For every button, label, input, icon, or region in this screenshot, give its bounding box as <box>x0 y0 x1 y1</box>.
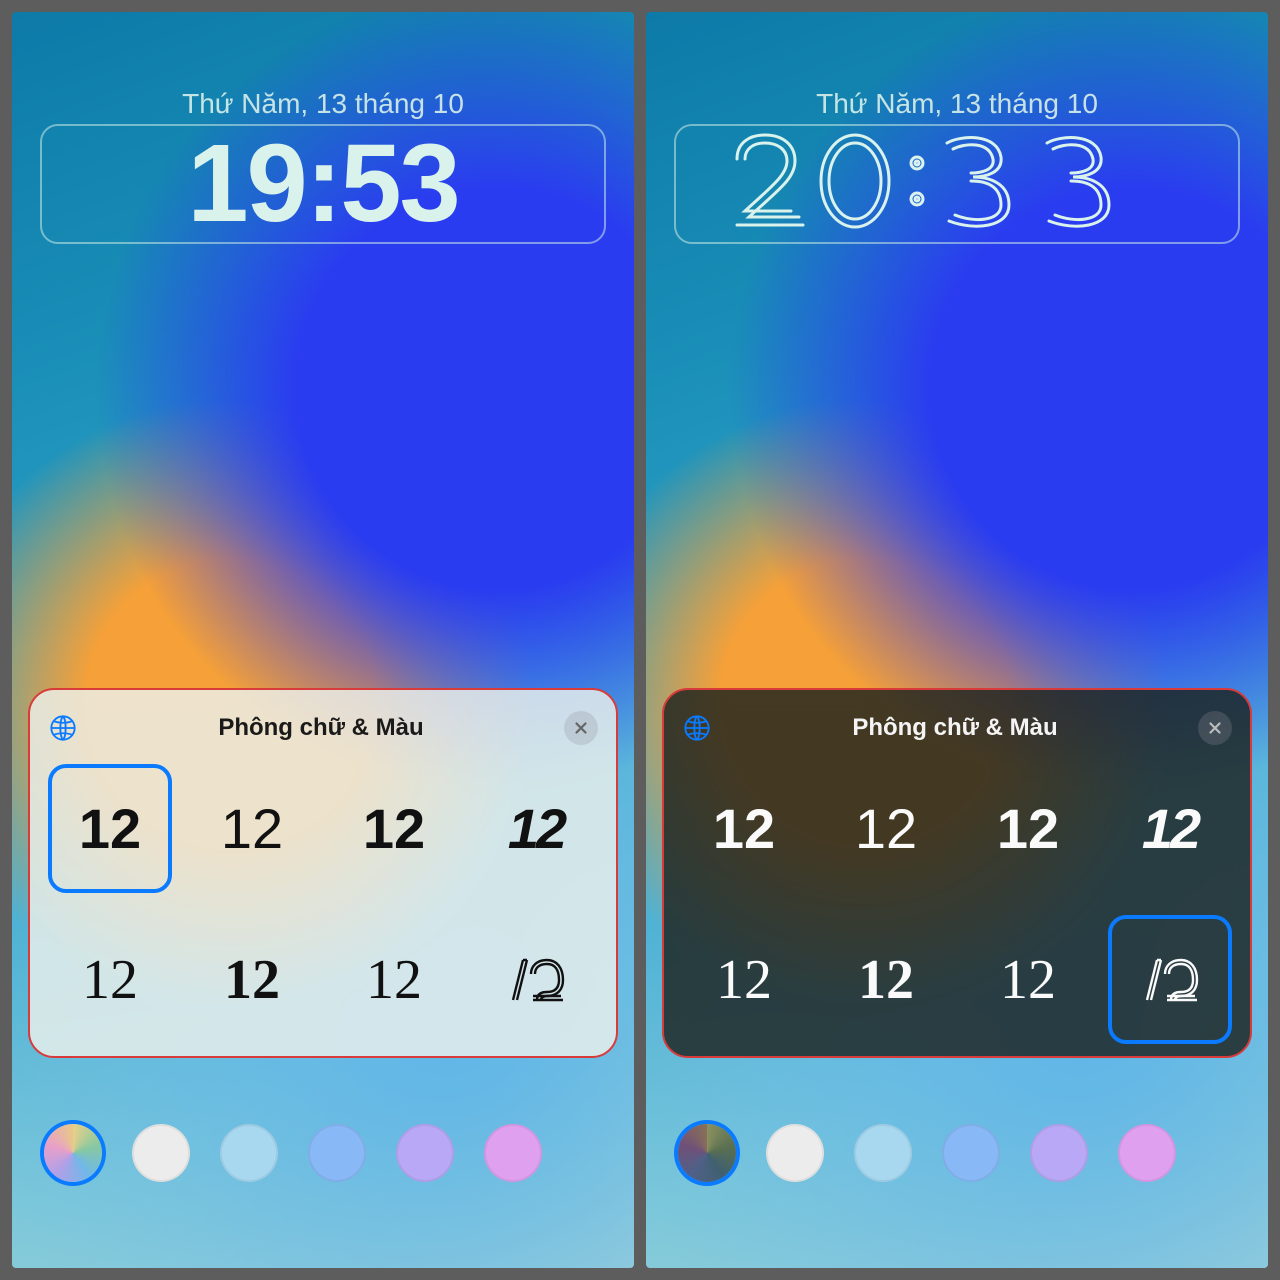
color-swatch-purple[interactable] <box>1030 1124 1088 1182</box>
color-swatch-multi[interactable] <box>678 1124 736 1182</box>
color-swatch-purple[interactable] <box>396 1124 454 1182</box>
font-sample: 12 <box>1000 952 1056 1008</box>
font-option-1[interactable]: 12 <box>682 764 806 893</box>
close-button[interactable] <box>564 711 598 745</box>
font-option-3[interactable]: 12 <box>332 764 456 893</box>
color-swatch-pink[interactable] <box>484 1124 542 1182</box>
font-grid: 12 12 12 12 12 12 12 <box>682 764 1232 1044</box>
font-sample: 12 <box>716 952 772 1008</box>
color-swatch-blue[interactable] <box>942 1124 1000 1182</box>
font-sample: 12 <box>858 952 914 1008</box>
font-option-4[interactable]: 12 <box>474 764 598 893</box>
time-display: 19:53 <box>187 129 458 239</box>
font-option-2[interactable]: 12 <box>824 764 948 893</box>
font-sample-outline-icon <box>1137 952 1203 1008</box>
font-option-5[interactable]: 12 <box>48 915 172 1044</box>
color-swatch-pink[interactable] <box>1118 1124 1176 1182</box>
panel-title: Phông chữ & Màu <box>712 714 1198 742</box>
color-swatch-blue[interactable] <box>308 1124 366 1182</box>
font-sample: 12 <box>855 801 917 857</box>
color-swatch-white[interactable] <box>132 1124 190 1182</box>
time-display-outline <box>717 129 1197 239</box>
font-sample: 12 <box>79 801 141 857</box>
panel-header: Phông chữ & Màu <box>682 704 1232 752</box>
font-option-4[interactable]: 12 <box>1108 764 1232 893</box>
font-sample: 12 <box>224 952 280 1008</box>
time-container[interactable]: 19:53 <box>40 124 606 244</box>
font-grid: 12 12 12 12 12 12 12 <box>48 764 598 1044</box>
font-sample: 12 <box>363 801 425 857</box>
globe-icon[interactable] <box>682 713 712 743</box>
color-swatch-multi[interactable] <box>44 1124 102 1182</box>
color-swatch-lightblue[interactable] <box>220 1124 278 1182</box>
font-sample-outline-icon <box>503 952 569 1008</box>
font-sample: 12 <box>366 952 422 1008</box>
font-option-8[interactable] <box>1108 915 1232 1044</box>
font-option-7[interactable]: 12 <box>332 915 456 1044</box>
lockscreen-left: Thứ Năm, 13 tháng 10 19:53 Phông chữ & M… <box>12 12 634 1268</box>
globe-icon[interactable] <box>48 713 78 743</box>
panel-header: Phông chữ & Màu <box>48 704 598 752</box>
font-option-3[interactable]: 12 <box>966 764 1090 893</box>
lockscreen-right: Thứ Năm, 13 tháng 10 <box>646 12 1268 1268</box>
font-option-1[interactable]: 12 <box>48 764 172 893</box>
font-option-6[interactable]: 12 <box>824 915 948 1044</box>
font-option-2[interactable]: 12 <box>190 764 314 893</box>
date-label: Thứ Năm, 13 tháng 10 <box>646 88 1268 120</box>
color-swatch-row[interactable] <box>672 1118 1268 1188</box>
color-swatch-white[interactable] <box>766 1124 824 1182</box>
panel-title: Phông chữ & Màu <box>78 714 564 742</box>
font-option-5[interactable]: 12 <box>682 915 806 1044</box>
time-container[interactable] <box>674 124 1240 244</box>
font-color-panel: Phông chữ & Màu 12 12 12 12 12 12 12 <box>662 688 1252 1058</box>
font-option-8[interactable] <box>474 915 598 1044</box>
close-button[interactable] <box>1198 711 1232 745</box>
date-label: Thứ Năm, 13 tháng 10 <box>12 88 634 120</box>
font-sample: 12 <box>713 801 775 857</box>
font-sample: 12 <box>997 801 1059 857</box>
font-option-6[interactable]: 12 <box>190 915 314 1044</box>
font-sample: 12 <box>1142 801 1198 857</box>
font-sample: 12 <box>508 801 564 857</box>
color-swatch-lightblue[interactable] <box>854 1124 912 1182</box>
font-color-panel: Phông chữ & Màu 12 12 12 12 12 12 12 <box>28 688 618 1058</box>
font-sample: 12 <box>82 952 138 1008</box>
font-option-7[interactable]: 12 <box>966 915 1090 1044</box>
font-sample: 12 <box>221 801 283 857</box>
color-swatch-row[interactable] <box>38 1118 634 1188</box>
